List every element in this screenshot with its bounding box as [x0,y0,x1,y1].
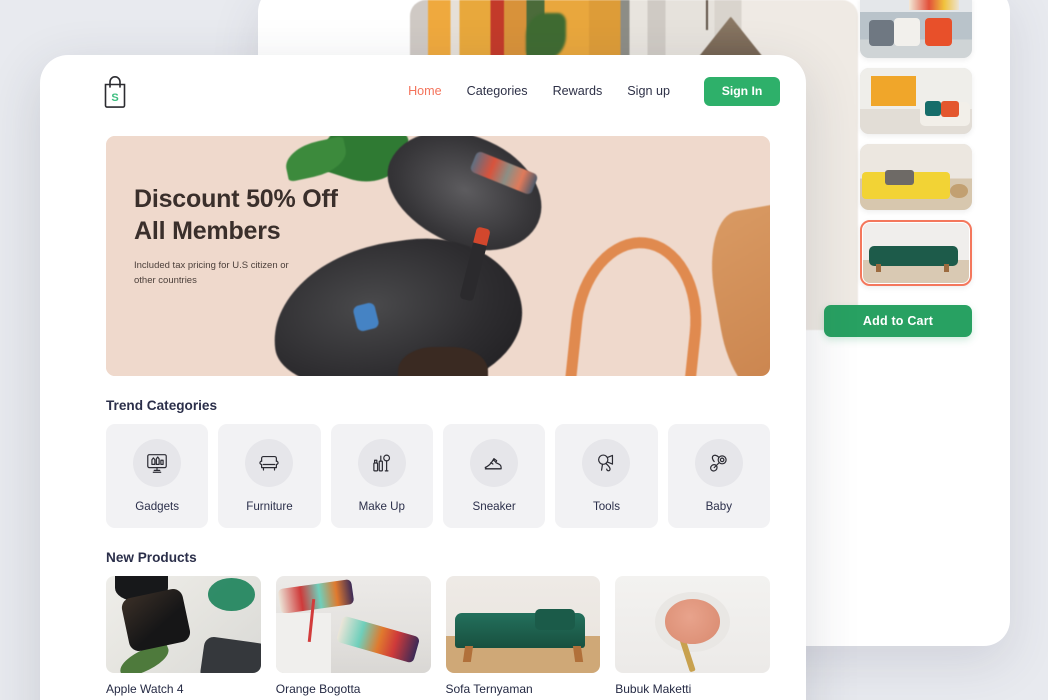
hero-title-line1: Discount 50% Off [134,185,338,213]
pacifier-icon [694,439,743,487]
product-thumbnail-3[interactable] [860,144,972,210]
category-card-sneaker[interactable]: Sneaker [442,424,546,528]
nav-link-categories[interactable]: Categories [467,84,528,98]
product-image-apple-watch [106,576,261,673]
desktop-monitor-icon [133,439,182,487]
product-thumbnail-2[interactable] [860,68,972,134]
category-card-makeup[interactable]: Make Up [330,424,433,528]
category-label-sneaker: Sneaker [472,500,516,513]
navbar: S Home Categories Rewards Sign up Sign I… [40,55,806,127]
product-card-orange-bogotta[interactable]: Orange Bogotta $94.509 [275,576,431,700]
add-to-cart-button[interactable]: Add to Cart [824,305,972,337]
category-card-gadgets[interactable]: Gadgets [106,424,209,528]
home-page-card: S Home Categories Rewards Sign up Sign I… [40,55,806,700]
new-products-title: New Products [106,550,197,565]
hero-lamp-rod [705,0,708,30]
category-card-tools[interactable]: Tools [555,424,658,528]
trend-categories-row: Gadgets Furniture Make Up Sneaker Tools … [106,424,770,528]
product-thumbnail-list [860,0,972,286]
category-label-makeup: Make Up [358,500,406,513]
category-card-furniture[interactable]: Furniture [218,424,321,528]
category-label-gadgets: Gadgets [135,500,180,513]
product-card-bubuk-maketti[interactable]: Bubuk Maketti $225 [615,576,770,700]
new-products-row: Apple Watch 4 $890 Orange Bogotta $94.50… [106,576,770,700]
category-label-tools: Tools [592,500,621,513]
sneaker-icon [470,439,519,487]
product-image-sofa-ternyaman [445,576,601,673]
nav-link-home[interactable]: Home [408,84,442,98]
hero-title-line2: All Members [134,216,281,245]
hero-banner[interactable]: Discount 50% Off All Members Included ta… [106,136,770,376]
trend-categories-title: Trend Categories [106,398,218,413]
sign-in-button[interactable]: Sign In [704,76,780,106]
hero-subtitle: Included tax pricing for U.S citizen or … [134,260,289,286]
category-card-baby[interactable]: Baby [667,424,770,528]
nav-links: Home Categories Rewards Sign up Sign In [408,76,780,106]
svg-text:S: S [111,92,118,104]
product-name: Sofa Ternyaman [445,682,533,696]
hero-copy: Discount 50% Off All Members Included ta… [134,184,338,288]
nav-link-rewards[interactable]: Rewards [553,84,603,98]
product-thumbnail-4-selected[interactable] [860,220,972,286]
category-label-furniture: Furniture [246,500,293,513]
lipstick-brush-icon [357,439,406,487]
screenshot-stage: Add to Cart S Home Categories Rewards Si… [0,0,1048,700]
shopping-bag-icon[interactable]: S [100,74,130,108]
product-card-apple-watch[interactable]: Apple Watch 4 $890 [106,576,261,700]
product-name: Apple Watch 4 [106,682,184,696]
hair-dryer-icon [582,439,631,487]
armchair-icon [245,439,294,487]
product-image-bubuk-maketti [615,576,770,673]
product-name: Bubuk Maketti [615,682,692,696]
product-image-orange-bogotta [275,576,431,673]
nav-link-signup[interactable]: Sign up [627,84,670,98]
product-thumbnail-1[interactable] [860,0,972,58]
hero-dark-object [398,347,489,376]
hero-title: Discount 50% Off All Members [134,184,338,247]
category-label-baby: Baby [705,500,733,513]
product-name: Orange Bogotta [275,682,361,696]
product-card-sofa-ternyaman[interactable]: Sofa Ternyaman $1.409 [445,576,601,700]
